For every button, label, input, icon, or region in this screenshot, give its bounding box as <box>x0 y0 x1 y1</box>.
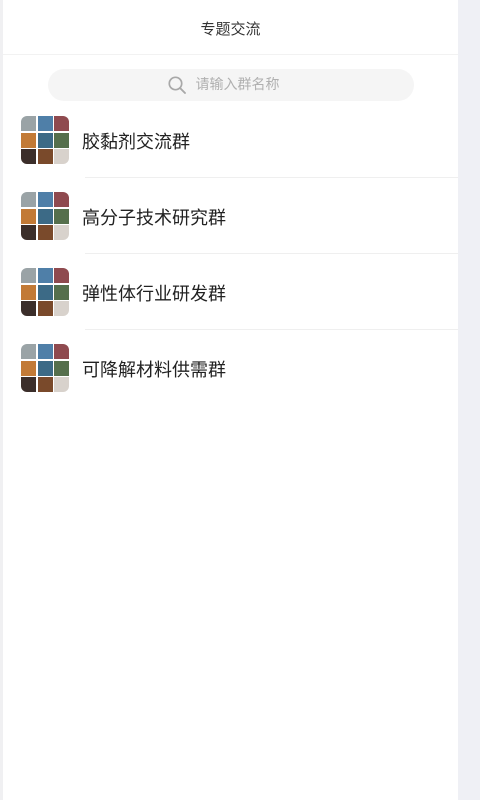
list-item[interactable]: 胶黏剂交流群 <box>3 102 458 178</box>
group-name: 弹性体行业研发群 <box>82 284 226 305</box>
list-item[interactable]: 弹性体行业研发群 <box>3 254 458 330</box>
group-list: 胶黏剂交流群 高分子技术研究群 弹性体行业研发群 可降解材料供需群 <box>3 102 458 406</box>
header-bar: 专题交流 <box>3 0 458 55</box>
group-avatar <box>21 192 69 240</box>
right-edge <box>458 0 480 800</box>
group-name: 胶黏剂交流群 <box>82 132 190 153</box>
list-item[interactable]: 高分子技术研究群 <box>3 178 458 254</box>
group-name: 可降解材料供需群 <box>82 360 226 381</box>
page-title: 专题交流 <box>200 19 261 38</box>
search-icon <box>167 75 187 95</box>
group-avatar <box>21 344 69 392</box>
search-bar[interactable] <box>48 69 414 101</box>
main-panel: 专题交流 胶黏剂交流群 高分子技术研究群 <box>3 0 458 800</box>
search-input[interactable] <box>195 77 296 93</box>
group-name: 高分子技术研究群 <box>82 208 226 229</box>
group-avatar <box>21 116 69 164</box>
list-item[interactable]: 可降解材料供需群 <box>3 330 458 406</box>
group-avatar <box>21 268 69 316</box>
